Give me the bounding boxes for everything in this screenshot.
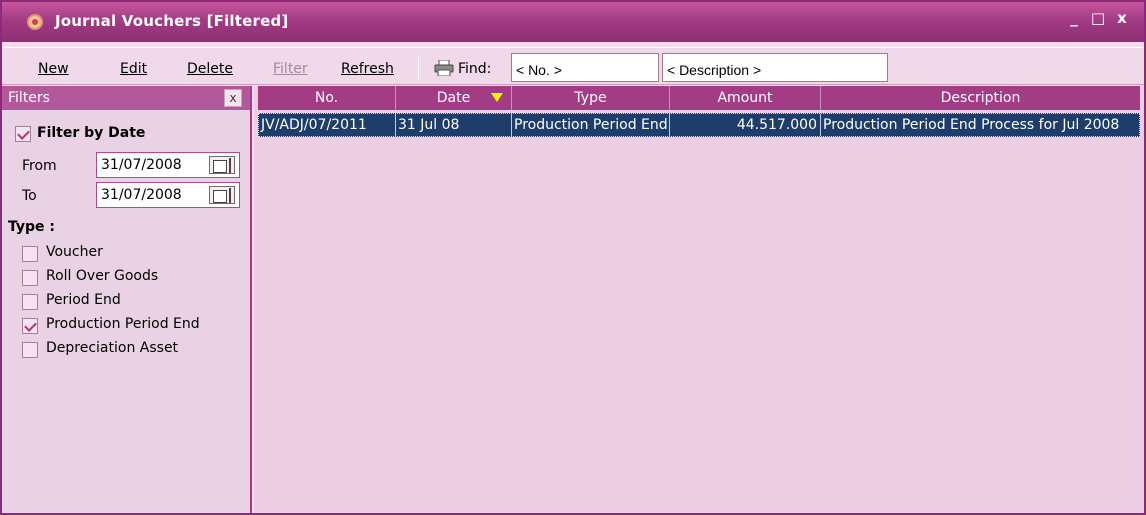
grid-header: No. Date Type Amount Description [258, 86, 1140, 110]
minimize-button[interactable]: _ [1065, 9, 1083, 27]
column-header-date-label: Date [436, 90, 471, 106]
cell-amount: 44.517.000 [670, 114, 821, 136]
cell-date: 31 Jul 08 [396, 114, 512, 136]
find-label: Find: [458, 61, 492, 77]
vouchers-grid: No. Date Type Amount Description JV/ADJ/… [254, 86, 1144, 513]
from-date-field[interactable]: 31/07/2008 [96, 152, 240, 178]
type-heading: Type : [8, 219, 56, 235]
type-roll-over-goods-label: Roll Over Goods [46, 268, 159, 284]
filter-by-date-checkbox[interactable] [15, 126, 31, 142]
filter-button[interactable]: Filter [273, 61, 308, 77]
type-voucher-label: Voucher [46, 244, 103, 260]
refresh-button[interactable]: Refresh [341, 61, 394, 77]
type-production-period-end-checkbox[interactable] [22, 318, 38, 334]
to-label: To [22, 188, 37, 204]
cell-type: Production Period End [512, 114, 670, 136]
type-voucher-checkbox[interactable] [22, 246, 38, 262]
title-bar[interactable]: Journal Vouchers [Filtered] _ □ x [2, 2, 1144, 42]
delete-button[interactable]: Delete [187, 61, 233, 77]
journal-vouchers-window: Journal Vouchers [Filtered] _ □ x New Ed… [0, 0, 1146, 515]
to-date-field[interactable]: 31/07/2008 [96, 182, 240, 208]
window-title: Journal Vouchers [Filtered] [55, 12, 289, 30]
type-roll-over-goods-checkbox[interactable] [22, 270, 38, 286]
filters-header: Filters [2, 86, 250, 110]
find-description-input[interactable] [662, 53, 888, 82]
printer-icon[interactable] [434, 60, 454, 76]
type-production-period-end-label: Production Period End [46, 316, 200, 332]
toolbar-separator [418, 56, 419, 80]
column-header-date[interactable]: Date [396, 86, 512, 110]
from-label: From [22, 158, 57, 174]
type-period-end-label: Period End [46, 292, 121, 308]
cell-description: Production Period End Process for Jul 20… [823, 117, 1120, 133]
table-row[interactable]: JV/ADJ/07/2011 31 Jul 08 Production Peri… [258, 113, 1140, 137]
type-period-end-checkbox[interactable] [22, 294, 38, 310]
from-date-value: 31/07/2008 [101, 157, 182, 173]
column-header-amount-label: Amount [717, 90, 773, 106]
sort-descending-icon [491, 93, 503, 102]
filters-panel: Filters x Filter by Date From 31/07/2008… [2, 86, 252, 513]
type-depreciation-asset-checkbox[interactable] [22, 342, 38, 358]
filters-close-button[interactable]: x [224, 89, 242, 107]
maximize-button[interactable]: □ [1089, 9, 1107, 27]
calendar-icon[interactable] [209, 186, 235, 204]
close-button[interactable]: x [1113, 9, 1131, 27]
app-icon [27, 14, 43, 30]
filter-by-date-label: Filter by Date [37, 125, 146, 141]
cell-no: JV/ADJ/07/2011 [259, 114, 396, 136]
to-date-value: 31/07/2008 [101, 187, 182, 203]
column-header-type[interactable]: Type [512, 86, 670, 110]
column-header-amount[interactable]: Amount [670, 86, 821, 110]
column-header-description-label: Description [940, 90, 1021, 106]
column-header-no[interactable]: No. [258, 86, 396, 110]
edit-button[interactable]: Edit [120, 61, 147, 77]
column-header-no-label: No. [314, 90, 339, 106]
column-header-description[interactable]: Description [821, 86, 1140, 110]
new-button[interactable]: New [38, 61, 69, 77]
type-depreciation-asset-label: Depreciation Asset [46, 340, 179, 356]
column-header-type-label: Type [574, 90, 607, 106]
find-no-input[interactable] [511, 53, 659, 82]
calendar-icon[interactable] [209, 156, 235, 174]
